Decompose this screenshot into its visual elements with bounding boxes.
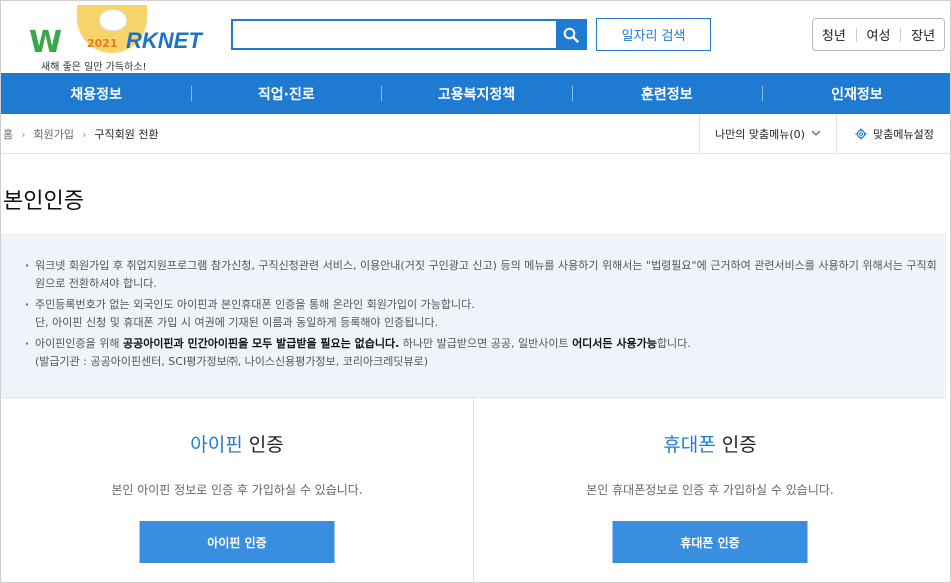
search-input[interactable] — [233, 21, 559, 48]
phone-title-rest: 인증 — [715, 434, 757, 456]
notice-text: 워크넷 회원가입 후 취업지원프로그램 참가신청, 구직신청관련 서비스, 이용… — [35, 259, 937, 290]
chevron-right-icon: › — [82, 127, 87, 141]
page-frame: W 2021 RKNET 새해 좋은 일만 가득하소! 일자리 검색 청년 여성… — [0, 0, 951, 583]
chevron-right-icon: › — [21, 127, 26, 141]
audience-youth[interactable]: 청년 — [822, 25, 846, 44]
notice-text: 아이핀인증을 위해 — [35, 337, 123, 350]
breadcrumb-home[interactable]: 홈 — [3, 126, 13, 142]
breadcrumb-current: 구직회원 전환 — [94, 128, 159, 141]
notice-text: 단, 아이핀 신청 및 휴대폰 가입 시 여권에 기재된 이름과 동일하게 등록… — [35, 316, 439, 329]
gear-icon — [855, 128, 867, 140]
notice-text: 하나만 발급받으면 공공, 일반사이트 — [399, 337, 573, 350]
logo-w-mark: W — [29, 25, 62, 60]
my-custom-menu-dropdown[interactable]: 나만의 맞춤메뉴(0) — [699, 114, 837, 154]
divider — [900, 27, 902, 42]
ipin-auth-button[interactable]: 아이핀 인증 — [139, 521, 335, 563]
ipin-auth-panel: 아이핀 인증 본인 아이핀 정보로 인증 후 가입하실 수 있습니다. 아이핀 … — [1, 398, 473, 582]
notice-item: 아이핀인증을 위해 공공아이핀과 민간아이핀을 모두 발급받을 필요는 없습니다… — [25, 335, 946, 371]
notice-item: 주민등록번호가 없는 외국인도 아이핀과 본인휴대폰 인증을 통해 온라인 회원… — [25, 296, 946, 332]
audience-senior[interactable]: 장년 — [911, 25, 935, 44]
notice-item: 워크넷 회원가입 후 취업지원프로그램 참가신청, 구직신청관련 서비스, 이용… — [25, 257, 946, 293]
auth-panels: 아이핀 인증 본인 아이핀 정보로 인증 후 가입하실 수 있습니다. 아이핀 … — [1, 397, 946, 582]
ipin-title-highlight: 아이핀 — [190, 434, 243, 456]
nav-career[interactable]: 직업·진로 — [191, 73, 381, 114]
notice-emphasis: 어디서든 사용가능 — [572, 337, 657, 350]
nav-recruitment[interactable]: 채용정보 — [1, 73, 191, 114]
custom-menu-settings-button[interactable]: 맞춤메뉴설정 — [837, 114, 950, 154]
audience-women[interactable]: 여성 — [867, 25, 891, 44]
logo-slogan: 새해 좋은 일만 가득하소! — [41, 62, 147, 73]
worknet-logo[interactable]: W 2021 RKNET 새해 좋은 일만 가득하소! — [29, 5, 204, 73]
breadcrumb: 홈 › 회원가입 › 구직회원 전환 — [3, 114, 159, 154]
phone-auth-button[interactable]: 휴대폰 인증 — [612, 521, 808, 563]
chevron-down-icon — [811, 129, 821, 140]
notice-text: 합니다. — [656, 337, 691, 350]
notice-list: 워크넷 회원가입 후 취업지원프로그램 참가신청, 구직신청관련 서비스, 이용… — [25, 257, 946, 371]
ipin-title-rest: 인증 — [242, 434, 284, 456]
nav-welfare-policy[interactable]: 고용복지정책 — [381, 73, 571, 114]
notice-emphasis: 공공아이핀과 민간아이핀을 모두 발급받을 필요는 없습니다. — [122, 337, 400, 350]
search-icon — [563, 27, 579, 43]
search-button[interactable] — [556, 21, 585, 48]
breadcrumb-bar: 홈 › 회원가입 › 구직회원 전환 나만의 맞춤메뉴(0) 맞춤메뉴설정 — [1, 114, 950, 154]
audience-menu: 청년 여성 장년 — [812, 18, 945, 51]
custom-menu-settings-label: 맞춤메뉴설정 — [873, 128, 934, 141]
notice-issuers: (발급기관 : 공공아이핀센터, SCI평가정보㈜, 나이스신용평가정보, 코리… — [35, 355, 429, 368]
notice-box: 워크넷 회원가입 후 취업지원프로그램 참가신청, 구직신청관련 서비스, 이용… — [1, 233, 946, 397]
nav-talent[interactable]: 인재정보 — [761, 73, 950, 114]
search-box — [231, 19, 587, 50]
main-navigation: 채용정보 직업·진로 고용복지정책 훈련정보 인재정보 — [1, 73, 950, 114]
page-title: 본인인증 — [3, 189, 84, 214]
logo-brand: RKNET — [126, 28, 202, 53]
ipin-auth-title: 아이핀 인증 — [1, 430, 473, 457]
ipin-auth-description: 본인 아이핀 정보로 인증 후 가입하실 수 있습니다. — [111, 483, 363, 497]
phone-auth-description: 본인 휴대폰정보로 인증 후 가입하실 수 있습니다. — [586, 483, 834, 497]
site-header: W 2021 RKNET 새해 좋은 일만 가득하소! 일자리 검색 청년 여성… — [1, 1, 950, 73]
phone-auth-panel: 휴대폰 인증 본인 휴대폰정보로 인증 후 가입하실 수 있습니다. 휴대폰 인… — [473, 398, 946, 582]
divider — [855, 27, 857, 42]
logo-year: 2021 — [87, 37, 118, 50]
my-custom-menu-label: 나만의 맞춤메뉴(0) — [715, 128, 805, 141]
breadcrumb-signup[interactable]: 회원가입 — [34, 126, 74, 142]
nav-training[interactable]: 훈련정보 — [571, 73, 762, 114]
phone-auth-title: 휴대폰 인증 — [474, 430, 946, 457]
notice-text: 주민등록번호가 없는 외국인도 아이핀과 본인휴대폰 인증을 통해 온라인 회원… — [35, 298, 475, 311]
phone-title-highlight: 휴대폰 — [663, 434, 716, 456]
job-search-button[interactable]: 일자리 검색 — [596, 18, 711, 51]
